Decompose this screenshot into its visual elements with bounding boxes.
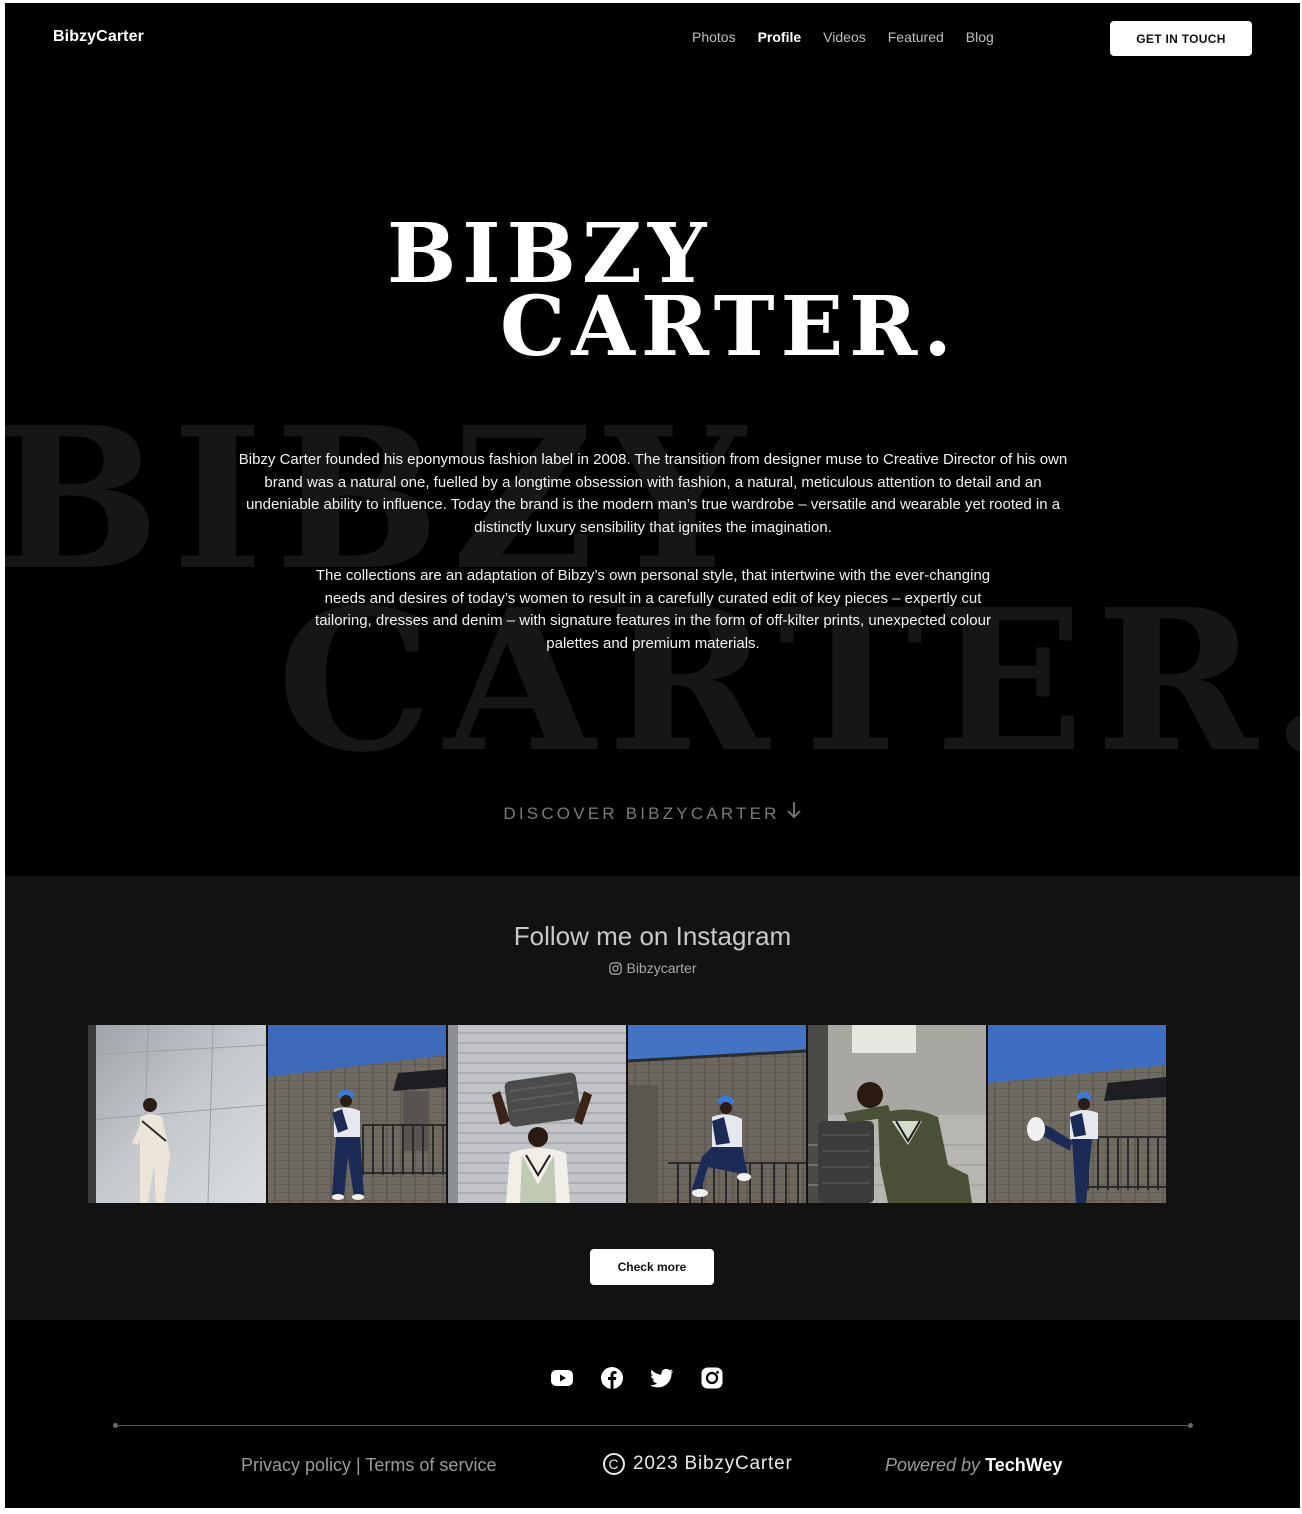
nav-profile[interactable]: Profile xyxy=(758,29,802,45)
privacy-policy-link[interactable]: Privacy policy xyxy=(241,1455,351,1475)
instagram-photo-1[interactable] xyxy=(88,1025,266,1203)
youtube-icon[interactable] xyxy=(550,1366,574,1390)
nav-featured[interactable]: Featured xyxy=(888,29,944,45)
instagram-title: Follow me on Instagram xyxy=(513,921,792,951)
copyright: C 2023 BibzyCarter xyxy=(603,1453,793,1475)
arrow-down-icon xyxy=(786,801,802,824)
instagram-icon[interactable] xyxy=(700,1366,724,1390)
check-more-button[interactable]: Check more xyxy=(590,1249,714,1285)
powered-by: Powered by TechWey xyxy=(885,1455,1062,1476)
main-nav: Photos Profile Videos Featured Blog xyxy=(692,29,994,45)
instagram-section: Follow me on Instagram Bibzycarter Check… xyxy=(5,876,1300,1320)
bio-paragraph-2: The collections are an adaptation of Bib… xyxy=(315,567,991,652)
footer: Privacy policy | Terms of service C 2023… xyxy=(5,1320,1300,1508)
social-links xyxy=(550,1366,724,1390)
twitter-icon[interactable] xyxy=(650,1366,674,1390)
instagram-handle-link[interactable]: Bibzycarter xyxy=(5,960,1300,976)
instagram-photo-2[interactable] xyxy=(268,1025,446,1203)
copyright-text: 2023 BibzyCarter xyxy=(633,1453,793,1474)
legal-separator: | xyxy=(356,1455,361,1475)
site-logo[interactable]: BibzyCarter xyxy=(53,28,144,46)
discover-label: DISCOVER BIBZYCARTER xyxy=(503,804,780,823)
facebook-icon[interactable] xyxy=(600,1366,624,1390)
get-in-touch-button[interactable]: GET IN TOUCH xyxy=(1110,21,1252,56)
nav-blog[interactable]: Blog xyxy=(966,29,994,45)
hero-title-line2: CARTER. xyxy=(500,279,958,375)
instagram-gallery xyxy=(88,1025,1166,1203)
page: BibzyCarter Photos Profile Videos Featur… xyxy=(5,3,1300,1508)
powered-by-brand[interactable]: TechWey xyxy=(985,1455,1062,1475)
instagram-handle: Bibzycarter xyxy=(626,960,697,976)
copyright-icon: C xyxy=(603,1453,625,1475)
footer-divider xyxy=(113,1423,1193,1428)
nav-photos[interactable]: Photos xyxy=(692,29,736,45)
terms-of-service-link[interactable]: Terms of service xyxy=(365,1455,496,1475)
instagram-icon xyxy=(608,960,626,976)
powered-by-prefix: Powered by xyxy=(885,1455,981,1475)
bio-paragraph-1: Bibzy Carter founded his eponymous fashi… xyxy=(238,451,1068,536)
legal-links: Privacy policy | Terms of service xyxy=(241,1455,496,1476)
instagram-photo-3[interactable] xyxy=(448,1025,626,1203)
discover-link[interactable]: DISCOVER BIBZYCARTER xyxy=(5,801,1300,824)
header: BibzyCarter Photos Profile Videos Featur… xyxy=(5,3,1300,78)
nav-videos[interactable]: Videos xyxy=(823,29,866,45)
instagram-photo-6[interactable] xyxy=(988,1025,1166,1203)
instagram-photo-5[interactable] xyxy=(808,1025,986,1203)
instagram-photo-4[interactable] xyxy=(628,1025,806,1203)
